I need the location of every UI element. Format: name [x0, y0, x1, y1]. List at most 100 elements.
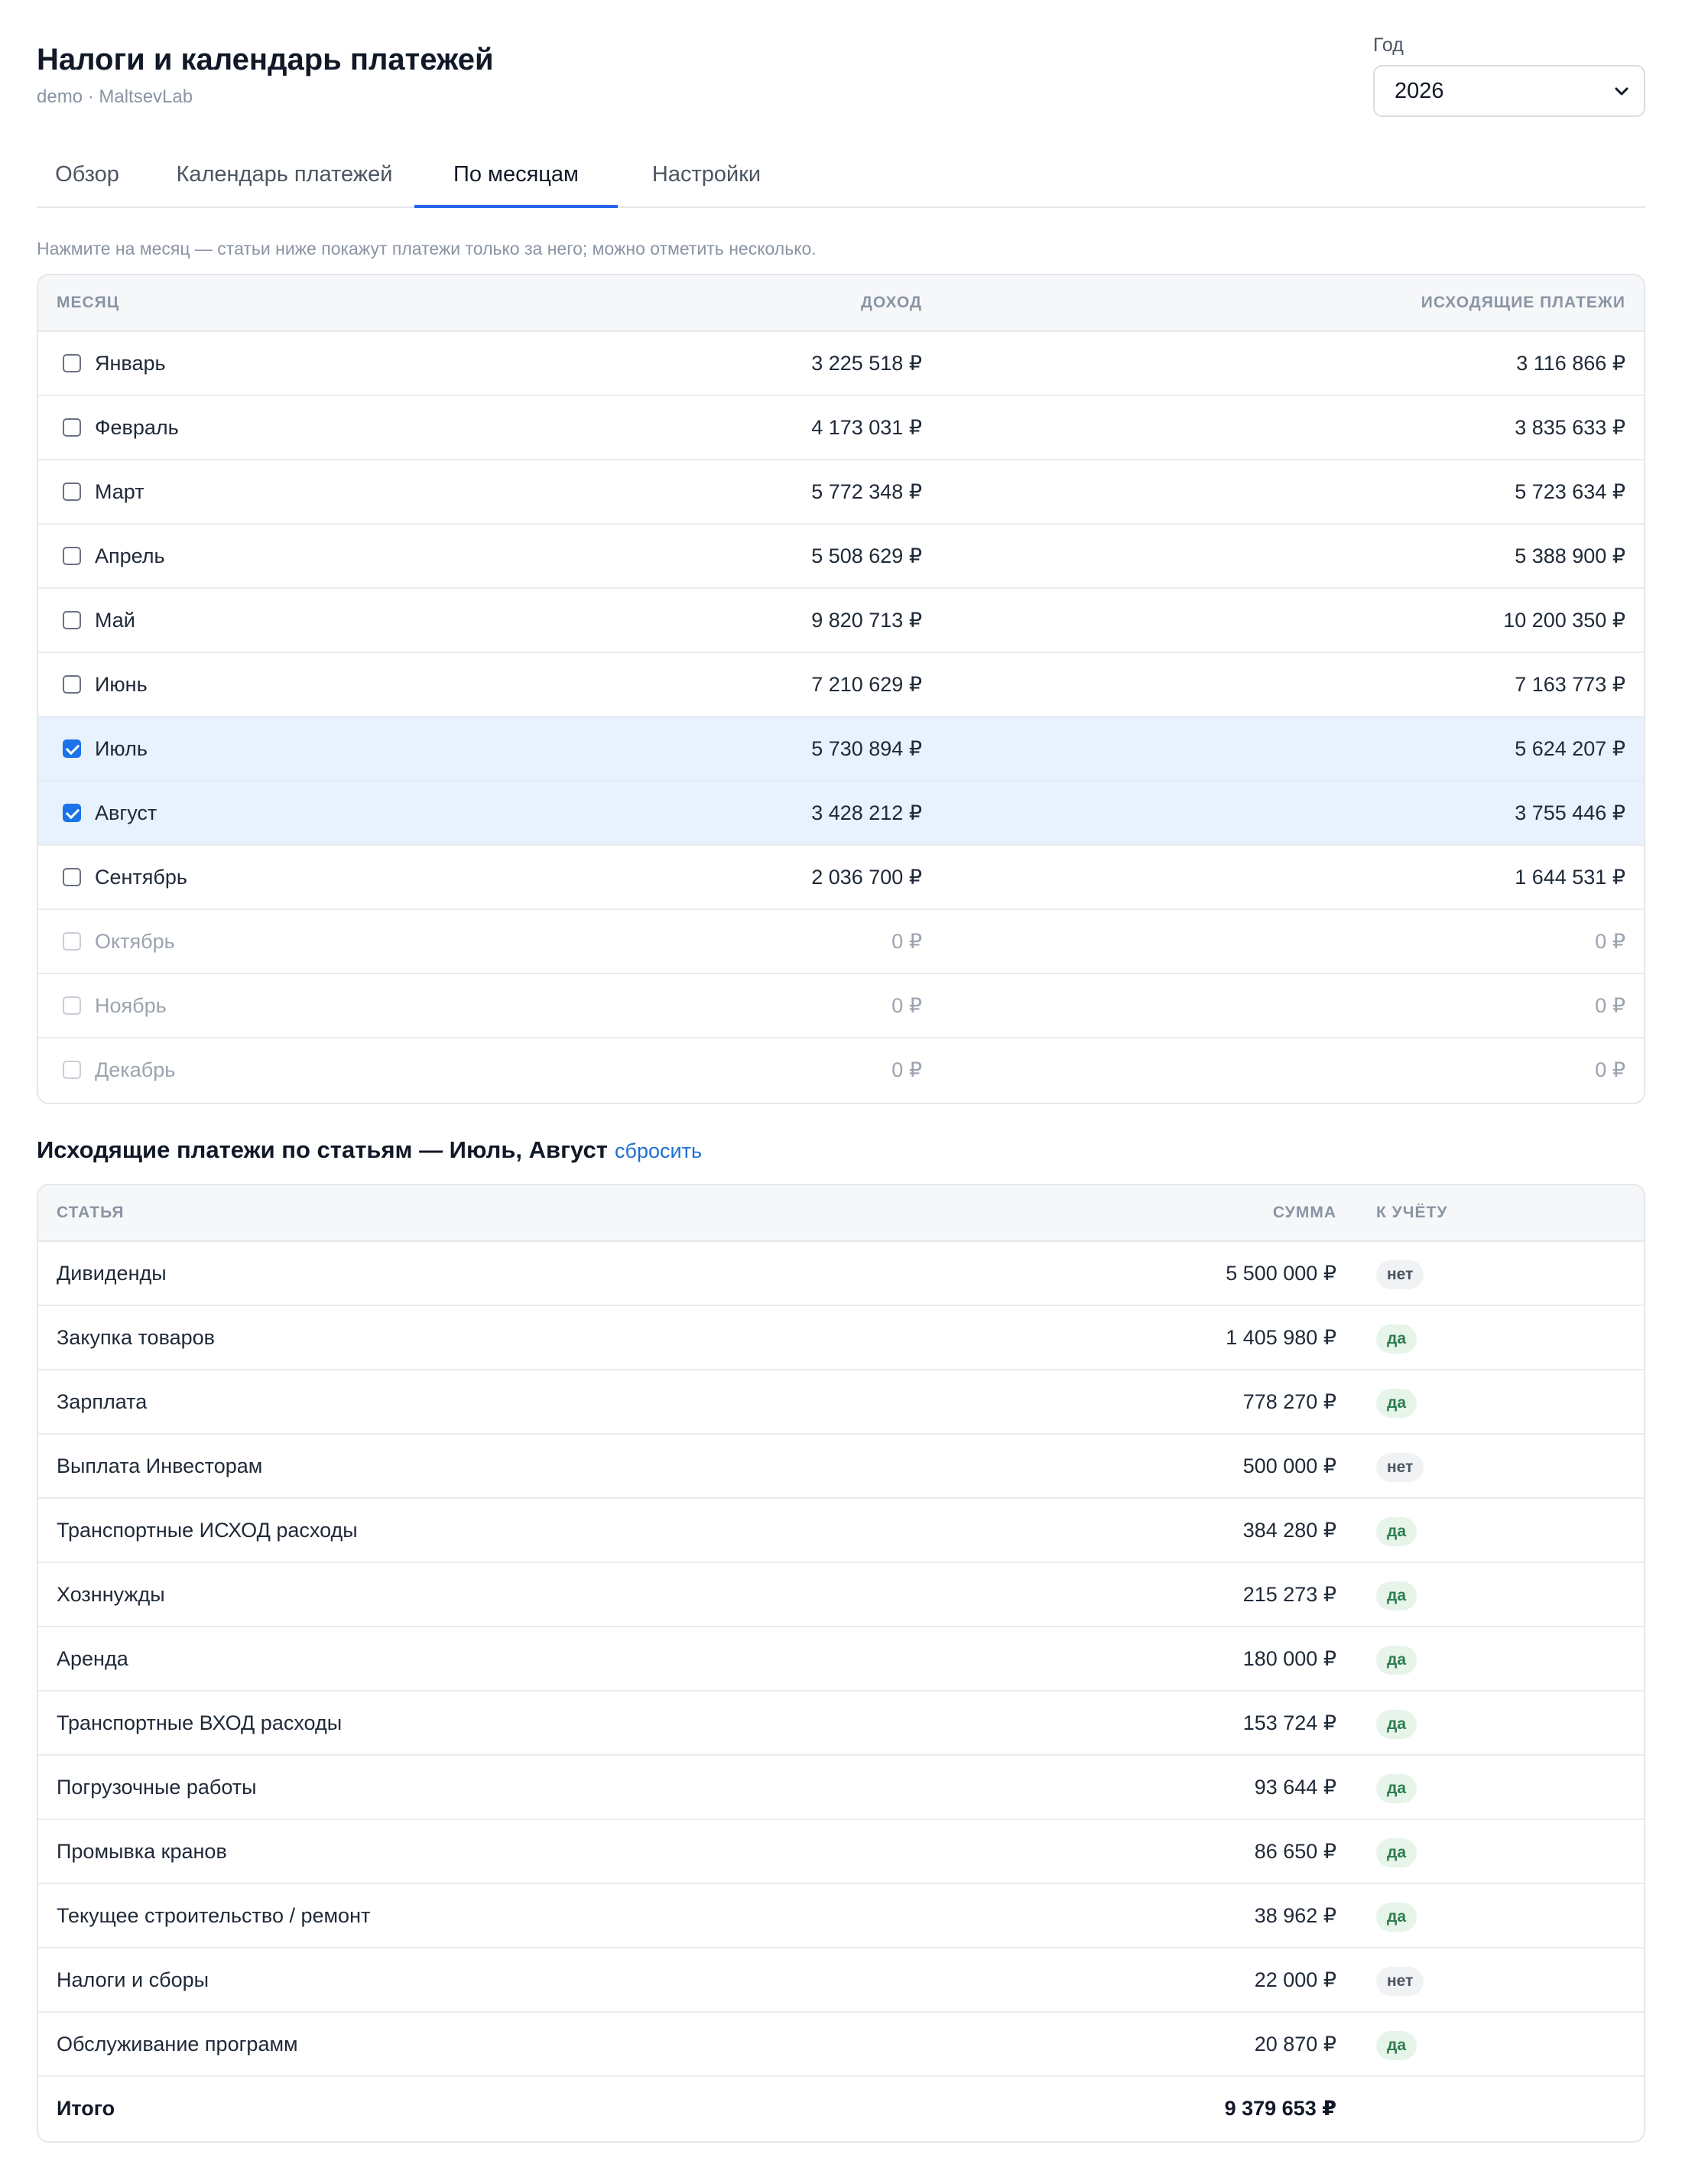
header: Налоги и календарь платежей demo · Malts…: [37, 0, 1645, 145]
month-outgoing: 5 388 900 ₽: [1515, 544, 1625, 567]
article-row: Налоги и сборы 22 000 ₽ нет: [38, 1948, 1644, 2013]
month-outgoing: 3 755 446 ₽: [1515, 801, 1625, 824]
article-amount: 38 962 ₽: [1254, 1904, 1336, 1927]
month-outgoing: 0 ₽: [1595, 994, 1625, 1017]
chevron-down-icon: [1615, 87, 1628, 96]
tab-payment-calendar[interactable]: Календарь платежей: [153, 150, 416, 208]
article-name: Аренда: [57, 1647, 128, 1670]
month-income: 2 036 700 ₽: [811, 866, 922, 889]
month-row[interactable]: Март 5 772 348 ₽ 5 723 634 ₽: [38, 460, 1644, 525]
month-checkbox[interactable]: [63, 418, 81, 437]
month-row[interactable]: Октябрь 0 ₽ 0 ₽: [38, 910, 1644, 974]
article-name: Текущее строительство / ремонт: [57, 1904, 371, 1927]
month-outgoing: 10 200 350 ₽: [1503, 609, 1625, 632]
month-row[interactable]: Апрель 5 508 629 ₽ 5 388 900 ₽: [38, 525, 1644, 589]
counted-badge: да: [1376, 1389, 1417, 1418]
column-header-counted: К учёту: [1376, 1204, 1448, 1221]
article-amount: 5 500 000 ₽: [1226, 1262, 1336, 1285]
article-row: Закупка товаров 1 405 980 ₽ да: [38, 1306, 1644, 1370]
month-row[interactable]: Ноябрь 0 ₽ 0 ₽: [38, 974, 1644, 1038]
year-label: Год: [1373, 34, 1404, 56]
article-amount: 1 405 980 ₽: [1226, 1326, 1336, 1349]
month-row[interactable]: Декабрь 0 ₽ 0 ₽: [38, 1038, 1644, 1103]
months-table: Месяц Доход Исходящие платежи Январь 3 22…: [37, 274, 1645, 1104]
month-income: 0 ₽: [891, 930, 922, 953]
year-select[interactable]: 2026: [1373, 65, 1645, 117]
month-checkbox[interactable]: [63, 804, 81, 822]
month-income: 5 772 348 ₽: [811, 480, 922, 503]
article-row: Обслуживание программ 20 870 ₽ да: [38, 2013, 1644, 2077]
article-row: Транспортные ИСХОД расходы 384 280 ₽ да: [38, 1499, 1644, 1563]
column-header-month: Месяц: [57, 294, 120, 311]
counted-badge: да: [1376, 2031, 1417, 2060]
month-row[interactable]: Июнь 7 210 629 ₽ 7 163 773 ₽: [38, 653, 1644, 717]
month-outgoing: 3 835 633 ₽: [1515, 416, 1625, 439]
article-name: Транспортные ВХОД расходы: [57, 1711, 343, 1734]
column-header-article: Статья: [57, 1204, 125, 1221]
month-row[interactable]: Май 9 820 713 ₽ 10 200 350 ₽: [38, 589, 1644, 653]
article-amount: 86 650 ₽: [1254, 1840, 1336, 1863]
month-name: Октябрь: [95, 930, 175, 953]
counted-badge: нет: [1376, 1967, 1424, 1996]
article-row: Зарплата 778 270 ₽ да: [38, 1370, 1644, 1435]
article-amount: 93 644 ₽: [1254, 1776, 1336, 1799]
counted-badge: да: [1376, 1646, 1417, 1675]
month-name: Февраль: [95, 416, 179, 439]
month-name: Декабрь: [95, 1058, 176, 1081]
articles-table-body: Дивиденды 5 500 000 ₽ нет Закупка товаров 1 …: [38, 1242, 1644, 2141]
month-row[interactable]: Июль 5 730 894 ₽ 5 624 207 ₽: [38, 717, 1644, 782]
month-checkbox[interactable]: [63, 611, 81, 629]
month-outgoing: 0 ₽: [1595, 1058, 1625, 1081]
month-checkbox[interactable]: [63, 547, 81, 565]
month-row[interactable]: Сентябрь 2 036 700 ₽ 1 644 531 ₽: [38, 846, 1644, 910]
month-row[interactable]: Февраль 4 173 031 ₽ 3 835 633 ₽: [38, 396, 1644, 460]
month-outgoing: 3 116 866 ₽: [1516, 352, 1625, 375]
tab-settings[interactable]: Настройки: [630, 150, 783, 208]
month-name: Май: [95, 609, 135, 632]
article-row: Дивиденды 5 500 000 ₽ нет: [38, 1242, 1644, 1306]
counted-badge: да: [1376, 1903, 1417, 1932]
month-row[interactable]: Январь 3 225 518 ₽ 3 116 866 ₽: [38, 332, 1644, 396]
tab-by-months[interactable]: По месяцам: [414, 150, 618, 208]
article-amount: 215 273 ₽: [1242, 1583, 1336, 1606]
reset-link[interactable]: сбросить: [615, 1139, 702, 1163]
article-name: Дивиденды: [57, 1262, 167, 1285]
month-checkbox[interactable]: [63, 675, 81, 694]
year-select-value: 2026: [1395, 79, 1444, 103]
months-table-body: Январь 3 225 518 ₽ 3 116 866 ₽ Февраль 4 173…: [38, 332, 1644, 1103]
month-checkbox: [63, 996, 81, 1015]
tab-overview[interactable]: Обзор: [37, 150, 138, 208]
tab-bar: Обзор Календарь платежей По месяцам Наст…: [37, 150, 1645, 208]
article-name: Зарплата: [57, 1390, 148, 1413]
month-name: Июнь: [95, 673, 148, 696]
month-checkbox[interactable]: [63, 739, 81, 758]
month-outgoing: 5 624 207 ₽: [1515, 737, 1625, 760]
counted-badge: да: [1376, 1710, 1417, 1739]
month-outgoing: 0 ₽: [1595, 930, 1625, 953]
counted-badge: да: [1376, 1581, 1417, 1610]
article-row: Хозннужды 215 273 ₽ да: [38, 1563, 1644, 1627]
month-income: 0 ₽: [891, 1058, 922, 1081]
month-row[interactable]: Август 3 428 212 ₽ 3 755 446 ₽: [38, 782, 1644, 846]
counted-badge: да: [1376, 1838, 1417, 1867]
page-subtitle: demo · MaltsevLab: [37, 86, 193, 107]
month-outgoing: 5 723 634 ₽: [1515, 480, 1625, 503]
months-table-header: Месяц Доход Исходящие платежи: [38, 275, 1644, 332]
counted-badge: да: [1376, 1517, 1417, 1546]
articles-section-title: Исходящие платежи по статьям — Июль, Авг…: [37, 1136, 608, 1163]
month-name: Ноябрь: [95, 994, 167, 1017]
article-row: Выплата Инвесторам 500 000 ₽ нет: [38, 1435, 1644, 1499]
month-name: Июль: [95, 737, 148, 760]
month-checkbox[interactable]: [63, 354, 81, 372]
counted-badge: нет: [1376, 1453, 1424, 1482]
article-amount: 384 280 ₽: [1242, 1519, 1336, 1542]
month-checkbox[interactable]: [63, 868, 81, 886]
total-amount: 9 379 653 ₽: [1224, 2097, 1336, 2120]
month-checkbox[interactable]: [63, 483, 81, 501]
article-name: Промывка кранов: [57, 1840, 227, 1863]
article-name: Обслуживание программ: [57, 2033, 298, 2056]
article-name: Транспортные ИСХОД расходы: [57, 1519, 358, 1542]
month-income: 7 210 629 ₽: [811, 673, 922, 696]
article-amount: 20 870 ₽: [1254, 2033, 1336, 2056]
article-amount: 180 000 ₽: [1242, 1647, 1336, 1670]
